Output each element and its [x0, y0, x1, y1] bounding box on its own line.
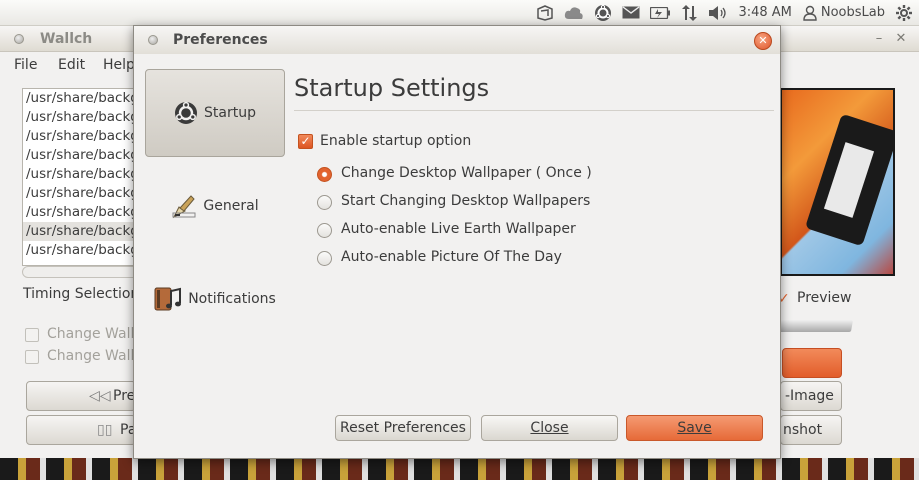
desktop-wallpaper: [0, 458, 919, 480]
image-button-label: -Image: [785, 388, 834, 404]
save-button[interactable]: Save: [626, 415, 763, 441]
window-menu-icon[interactable]: [14, 34, 24, 44]
network-icon[interactable]: [680, 0, 698, 26]
mail-icon[interactable]: [622, 0, 640, 26]
pause-icon: ▯▯: [97, 422, 113, 438]
list-item[interactable]: /usr/share/backg: [23, 108, 151, 127]
list-item[interactable]: /usr/share/backg: [23, 184, 151, 203]
change-wallpaper-checkbox-1[interactable]: [25, 328, 39, 342]
change-wallpaper-checkbox-2[interactable]: [25, 350, 39, 364]
radio-live-earth[interactable]: [317, 223, 332, 238]
radio-change-once[interactable]: [317, 167, 332, 182]
heading-divider: [294, 110, 774, 111]
battery-icon[interactable]: [650, 0, 671, 26]
change-wallpaper-label-2: Change Wallp: [47, 348, 144, 364]
timing-selection-label: Timing Selection: [23, 286, 140, 302]
category-notifications[interactable]: Notifications: [145, 255, 285, 343]
category-general[interactable]: General: [145, 162, 285, 250]
radio-picture-of-day-label: Auto-enable Picture Of The Day: [341, 249, 562, 265]
gear-icon[interactable]: [895, 0, 913, 26]
rewind-icon: ◁◁: [89, 388, 111, 404]
dropbox-icon[interactable]: [536, 0, 554, 26]
screenshot-button[interactable]: nshot: [780, 415, 842, 445]
wallch-title: Wallch: [40, 31, 93, 47]
page-title: Startup Settings: [294, 74, 490, 102]
previous-label: Pre: [113, 388, 136, 404]
close-icon[interactable]: ✕: [754, 32, 772, 50]
category-label: Startup: [204, 105, 256, 121]
monitor-stand: [776, 320, 854, 332]
radio-live-earth-label: Auto-enable Live Earth Wallpaper: [341, 221, 576, 237]
list-item[interactable]: /usr/share/backg: [23, 203, 151, 222]
previous-button[interactable]: ◁◁ Pre: [26, 381, 136, 411]
list-item[interactable]: /usr/share/backg: [23, 127, 151, 146]
enable-startup-checkbox[interactable]: ✓: [298, 134, 313, 149]
user-icon: [803, 5, 817, 21]
dialog-titlebar: Preferences ✕: [134, 26, 780, 54]
radio-change-once-label: Change Desktop Wallpaper ( Once ): [341, 165, 592, 181]
pause-button[interactable]: ▯▯ Pa: [26, 415, 136, 445]
image-button[interactable]: -Image: [780, 381, 842, 411]
radio-picture-of-day[interactable]: [317, 251, 332, 266]
save-button-label: Save: [677, 420, 712, 436]
radio-start-changing[interactable]: [317, 195, 332, 210]
music-notes-icon: [154, 287, 182, 311]
clock-time[interactable]: 3:48 AM: [738, 0, 791, 26]
screenshot-button-label: nshot: [783, 422, 823, 438]
change-wallpaper-label-1: Change Wallp: [47, 326, 144, 342]
preview-label: Preview: [797, 290, 852, 306]
list-item[interactable]: /usr/share/backg: [23, 241, 151, 260]
list-item[interactable]: /usr/share/backg: [23, 89, 151, 108]
menu-edit[interactable]: Edit: [58, 57, 85, 73]
top-panel: 3:48 AM NoobsLab: [0, 0, 919, 26]
volume-icon[interactable]: [708, 0, 728, 26]
ubuntu-logo-icon: [175, 101, 198, 124]
minimize-icon[interactable]: –: [872, 32, 886, 46]
category-startup[interactable]: Startup: [145, 69, 285, 157]
category-label: General: [203, 198, 259, 214]
list-item[interactable]: /usr/share/backg: [23, 146, 151, 165]
enable-startup-label: Enable startup option: [320, 133, 472, 149]
preferences-dialog: Preferences ✕ Startup General Notificati…: [133, 25, 781, 459]
dialog-menu-icon[interactable]: [148, 35, 158, 45]
ubuntu-one-icon[interactable]: [594, 0, 612, 26]
close-button-label: Close: [530, 420, 569, 436]
close-button[interactable]: Close: [481, 415, 618, 441]
start-button[interactable]: [782, 348, 842, 378]
dialog-title: Preferences: [173, 32, 268, 48]
cloud-icon[interactable]: [564, 0, 584, 26]
radio-start-changing-label: Start Changing Desktop Wallpapers: [341, 193, 591, 209]
menu-file[interactable]: File: [14, 57, 37, 73]
user-name: NoobsLab: [820, 5, 885, 20]
category-label: Notifications: [188, 291, 276, 307]
reset-preferences-button[interactable]: Reset Preferences: [335, 415, 471, 441]
menu-help[interactable]: Help: [103, 57, 135, 73]
brush-icon: [172, 195, 196, 219]
close-icon[interactable]: ✕: [894, 32, 908, 46]
list-item[interactable]: /usr/share/backg: [23, 165, 151, 184]
wallpaper-preview-image: [780, 88, 895, 276]
user-menu[interactable]: NoobsLab: [802, 0, 885, 26]
list-item[interactable]: /usr/share/backg: [23, 222, 151, 241]
